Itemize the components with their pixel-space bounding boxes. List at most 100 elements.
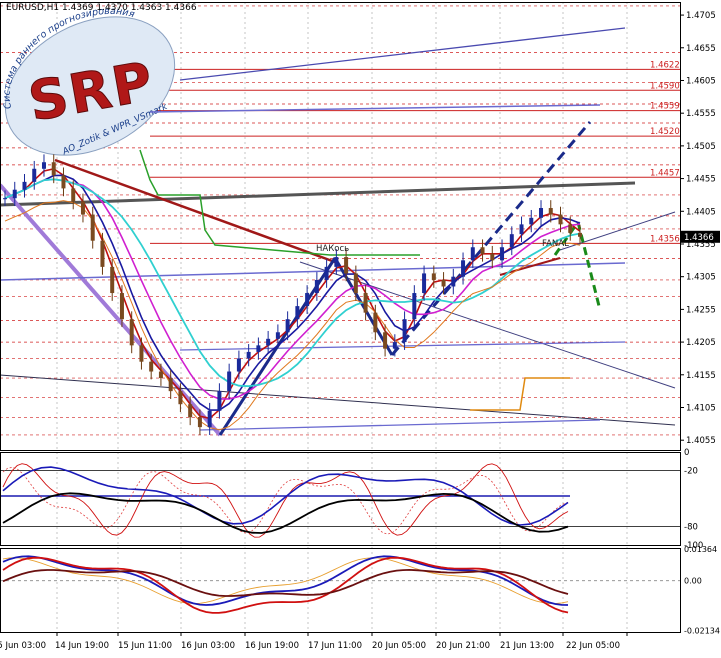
osc1-tick-label: -80 [684,522,698,532]
candle-body [178,391,183,405]
candle-body [32,168,37,182]
candle-body [129,319,134,346]
candle-body [139,345,144,362]
time-tick-label: 20 Jun 21:00 [436,641,490,651]
time-tick-label: 15 Jun 11:00 [118,641,172,651]
time-tick-label: 15 Jun 03:00 [0,641,46,651]
time-tick-label: 20 Jun 05:00 [372,641,426,651]
price-tick-label: 1.4105 [686,403,716,413]
ma-cyan [4,178,581,388]
osc1-tick-label: 0 [684,448,689,458]
ma-blue [4,174,581,411]
price-candles [3,154,582,435]
candle-body [3,198,7,200]
candle-body [344,257,349,274]
candle-body [71,188,76,202]
candle-body [519,224,524,235]
candle-body [80,201,85,215]
time-tick-label: 22 Jun 05:00 [566,641,620,651]
candle-body [197,417,202,428]
candle-body [548,208,553,215]
price-tick-label: 1.4455 [686,175,716,185]
candle-body [110,266,115,294]
candle-body [422,273,427,294]
price-tick-label: 1.4305 [686,273,716,283]
candle-body [539,208,544,218]
fan-line [199,419,601,431]
price-tick-label: 1.4605 [686,76,716,86]
osc1-panel-frame [0,452,681,546]
price-tick-label: 1.4055 [686,436,716,446]
time-axis: 15 Jun 03:00 14 Jun 19:00 15 Jun 11:00 16 J… [0,632,628,651]
time-tick-label: 17 Jun 11:00 [308,641,362,651]
candle-body [568,224,573,233]
price-tick-label: 1.4705 [686,11,716,21]
candle-body [305,293,310,307]
oscillator-panel-1: 0-20-80-100 [0,448,703,551]
candle-body [431,273,436,280]
oscillator-panel-2: 0.01364 0.00 -0.02134 [0,545,720,635]
chart-canvas[interactable]: 1.4622 1.4590 1.4559 1.4520 1.4457 1.4356 Сис… [0,0,721,654]
candle-body [578,232,582,237]
candle-body [470,247,475,261]
level-label: 1.4457 [650,168,680,178]
candle-body [285,319,290,333]
candle-body [41,162,46,169]
candle-body [12,189,17,199]
candle-body [441,279,446,287]
candle-body [529,217,534,225]
level-label: 1.4520 [650,127,680,137]
osc2-line-red [2,556,569,614]
candle-body [51,162,56,176]
level-label: 1.4590 [650,81,680,91]
level-label: 1.4356 [650,234,680,244]
fan-line-upper [179,27,626,81]
candle-body [168,378,173,392]
osc1-tick-label: -20 [684,467,698,477]
candle-body [256,345,261,352]
price-tick-label: 1.4205 [686,338,716,348]
chart-stage: 1.4622 1.4590 1.4559 1.4520 1.4457 1.4356 Сис… [0,0,721,654]
level-orange [470,377,570,411]
osc2-line-orange [2,557,569,605]
candle-body [100,240,105,267]
osc2-tick-label: 0.00 [684,577,702,586]
candle-body [61,175,66,189]
candle-body [188,404,193,418]
price-tick-label: 1.4655 [686,44,716,54]
osc2-line-maroon [2,568,569,597]
candle-body [509,234,514,248]
candle-body [295,306,300,320]
osc2-line-blue [2,555,569,606]
candle-body [334,257,339,267]
candle-body [558,214,563,225]
level-label: 1.4559 [650,102,680,112]
annotation-fanal: FANAL [542,239,569,249]
chart-annotations: НАКось FANAL [316,239,569,254]
level-label: 1.4622 [650,60,680,70]
moving-averages [4,167,581,431]
time-tick-label: 14 Jun 19:00 [55,641,109,651]
candle-body [461,260,466,277]
candle-body [373,312,378,333]
candle-body [90,214,95,241]
price-tick-label: 1.4555 [686,109,716,119]
candle-body [217,391,222,411]
candle-body [266,338,271,346]
candle-body [490,253,495,261]
candle-body [383,332,388,349]
annotation-nakos: НАКось [316,244,349,254]
srp-logo: Система раннего прогнозирования SRP AO_Z… [2,6,176,158]
candle-body [324,266,329,280]
candle-body [363,293,368,313]
candle-body [227,371,232,392]
candle-body [246,351,251,359]
candle-body [314,279,319,294]
candle-body [149,361,154,372]
osc2-tick-label: -0.02134 [684,626,720,635]
candle-body [275,332,280,339]
candle-body [158,371,163,379]
symbol-label: EURUSD,H1 [6,3,60,13]
time-tick-label: 21 Jun 13:00 [500,641,554,651]
candle-body [236,358,241,372]
